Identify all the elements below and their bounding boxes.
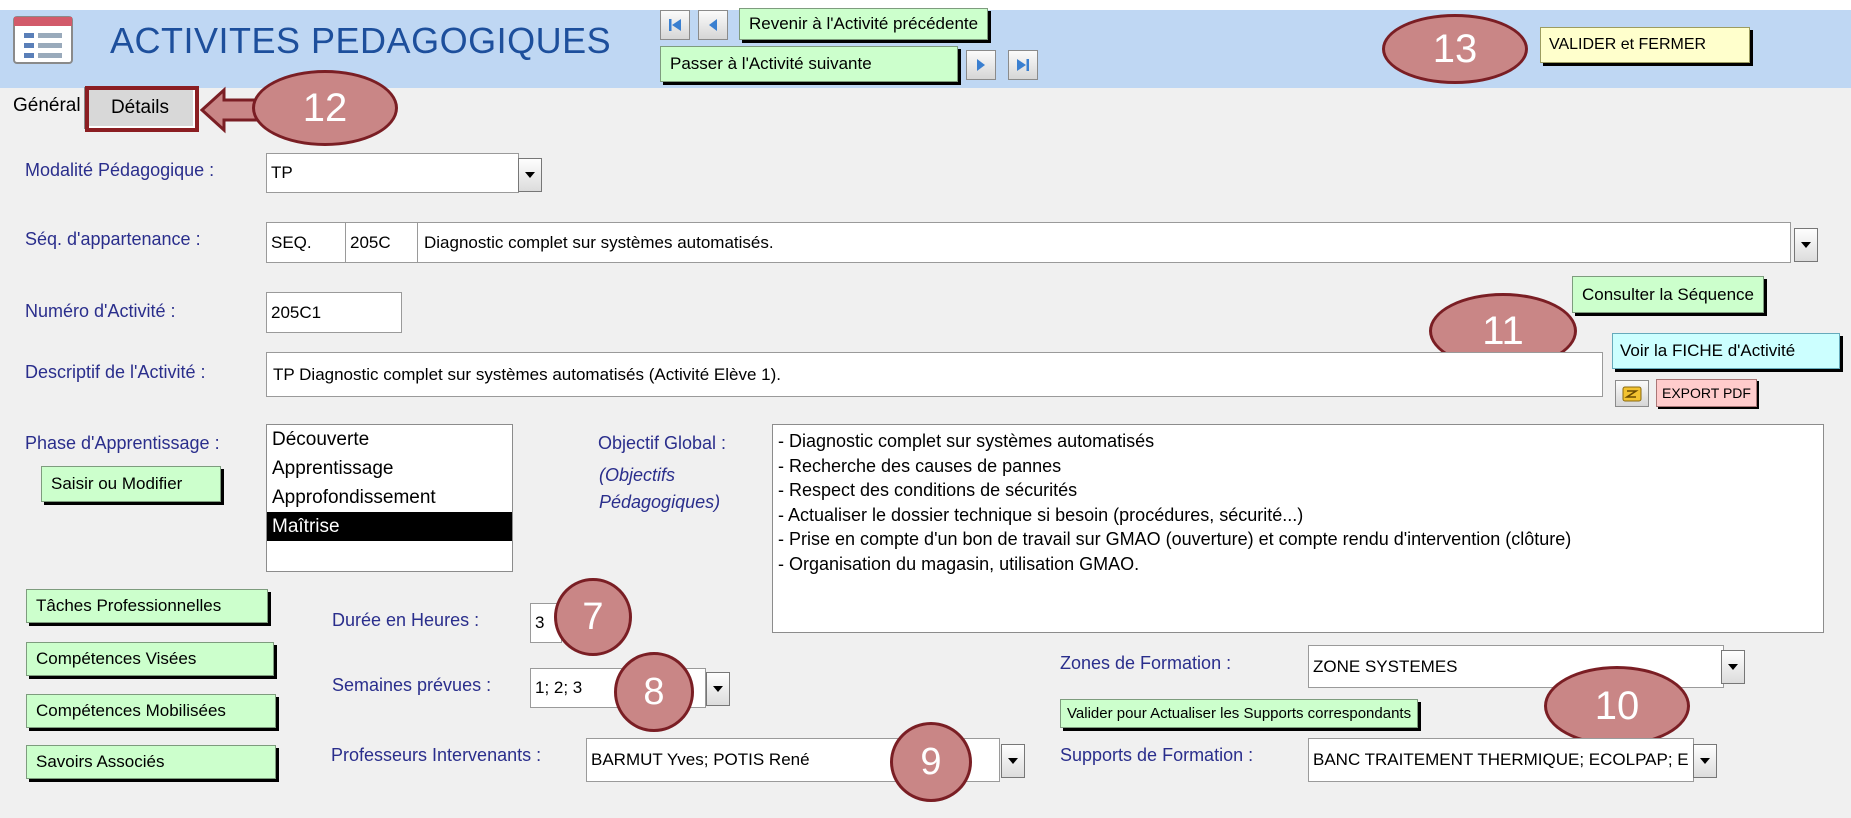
chevron-down-icon <box>1008 758 1018 764</box>
phase-option-selected[interactable]: Maîtrise <box>267 512 512 541</box>
tab-highlight-frame <box>85 86 199 132</box>
associated-knowledge-button[interactable]: Savoirs Associés <box>26 745 276 779</box>
previous-record-icon <box>709 19 717 31</box>
previous-record-button[interactable] <box>698 10 728 40</box>
teachers-dropdown-button[interactable] <box>1001 744 1025 778</box>
validate-close-button[interactable]: VALIDER et FERMER <box>1540 27 1750 63</box>
numero-field[interactable]: 205C1 <box>266 292 402 333</box>
next-record-button[interactable] <box>966 50 996 80</box>
sequence-prefix-field[interactable]: SEQ. <box>266 222 346 263</box>
sequence-label: Séq. d'appartenance : <box>25 229 201 249</box>
edit-phase-button[interactable]: Saisir ou Modifier <box>41 466 221 502</box>
pdf-icon <box>1622 386 1642 401</box>
callout-9: 9 <box>890 722 972 802</box>
numero-label: Numéro d'Activité : <box>25 301 176 321</box>
target-skills-button[interactable]: Compétences Visées <box>26 642 274 676</box>
objectif-sublabel: Pédagogiques) <box>599 492 721 512</box>
phase-option[interactable]: Apprentissage <box>267 454 512 483</box>
weeks-dropdown-button[interactable] <box>706 672 730 706</box>
objective-line: - Recherche des causes de pannes <box>778 455 1062 476</box>
phase-label: Phase d'Apprentissage : <box>25 433 220 453</box>
next-record-icon <box>977 59 985 71</box>
modalite-select[interactable]: TP <box>266 153 519 193</box>
sequence-dropdown-button[interactable] <box>1794 228 1818 262</box>
tab-general[interactable]: Général <box>13 95 81 117</box>
phase-listbox[interactable]: Découverte Apprentissage Approfondisseme… <box>266 424 513 572</box>
sequence-code-field[interactable]: 205C <box>345 222 418 263</box>
teachers-label: Professeurs Intervenants : <box>331 745 542 765</box>
next-activity-button[interactable]: Passer à l'Activité suivante <box>660 46 958 82</box>
callout-7: 7 <box>554 578 632 656</box>
objectives-textarea[interactable]: - Diagnostic complet sur systèmes automa… <box>772 424 1824 633</box>
duration-label: Durée en Heures : <box>332 610 480 630</box>
callout-12: 12 <box>252 70 398 146</box>
objectif-label: Objectif Global : <box>598 433 727 453</box>
consult-sequence-button[interactable]: Consulter la Séquence <box>1572 276 1765 313</box>
last-record-icon <box>1017 59 1029 71</box>
chevron-down-icon <box>713 686 723 692</box>
supports-field[interactable]: BANC TRAITEMENT THERMIQUE; ECOLPAP; E <box>1308 738 1694 782</box>
export-pdf-button[interactable]: EXPORT PDF <box>1656 379 1757 407</box>
callout-arrow <box>200 86 260 134</box>
professional-tasks-button[interactable]: Tâches Professionnelles <box>26 589 268 623</box>
chevron-down-icon <box>1728 664 1738 670</box>
objectif-sublabel: (Objectifs <box>599 465 676 485</box>
zones-label: Zones de Formation : <box>1060 653 1232 673</box>
callout-8: 8 <box>614 652 694 732</box>
validate-supports-button[interactable]: Valider pour Actualiser les Supports cor… <box>1060 699 1419 728</box>
export-pdf-icon-button[interactable] <box>1615 380 1649 407</box>
callout-13: 13 <box>1382 14 1528 84</box>
first-record-button[interactable] <box>660 10 690 40</box>
weeks-label: Semaines prévues : <box>332 675 492 695</box>
modalite-label: Modalité Pédagogique : <box>25 160 215 180</box>
chevron-down-icon <box>1700 758 1710 764</box>
descriptif-label: Descriptif de l'Activité : <box>25 362 206 382</box>
first-record-icon <box>669 19 681 31</box>
descriptif-field[interactable]: TP Diagnostic complet sur systèmes autom… <box>266 352 1603 397</box>
mobilized-skills-button[interactable]: Compétences Mobilisées <box>26 694 276 728</box>
supports-dropdown-button[interactable] <box>1693 744 1717 778</box>
chevron-down-icon <box>525 172 535 178</box>
previous-activity-button[interactable]: Revenir à l'Activité précédente <box>739 8 989 40</box>
phase-option[interactable]: Découverte <box>267 425 512 454</box>
sequence-title-field[interactable]: Diagnostic complet sur systèmes automati… <box>417 222 1791 263</box>
view-activity-sheet-button[interactable]: Voir la FICHE d'Activité <box>1612 333 1840 369</box>
objective-line: - Organisation du magasin, utilisation G… <box>778 553 1140 574</box>
modalite-dropdown-button[interactable] <box>518 158 542 192</box>
objective-line: - Diagnostic complet sur systèmes automa… <box>778 431 1155 451</box>
zones-dropdown-button[interactable] <box>1721 650 1745 684</box>
page-title: ACTIVITES PEDAGOGIQUES <box>110 20 612 61</box>
objective-line: - Respect des conditions de sécurités <box>778 480 1078 500</box>
callout-10: 10 <box>1544 666 1690 746</box>
phase-option[interactable]: Approfondissement <box>267 483 512 512</box>
last-record-button[interactable] <box>1008 50 1038 80</box>
supports-label: Supports de Formation : <box>1060 745 1254 765</box>
form-icon <box>13 16 73 64</box>
objective-line: - Actualiser le dossier technique si bes… <box>778 504 1304 525</box>
chevron-down-icon <box>1801 242 1811 248</box>
objective-line: - Prise en compte d'un bon de travail su… <box>778 529 1572 549</box>
